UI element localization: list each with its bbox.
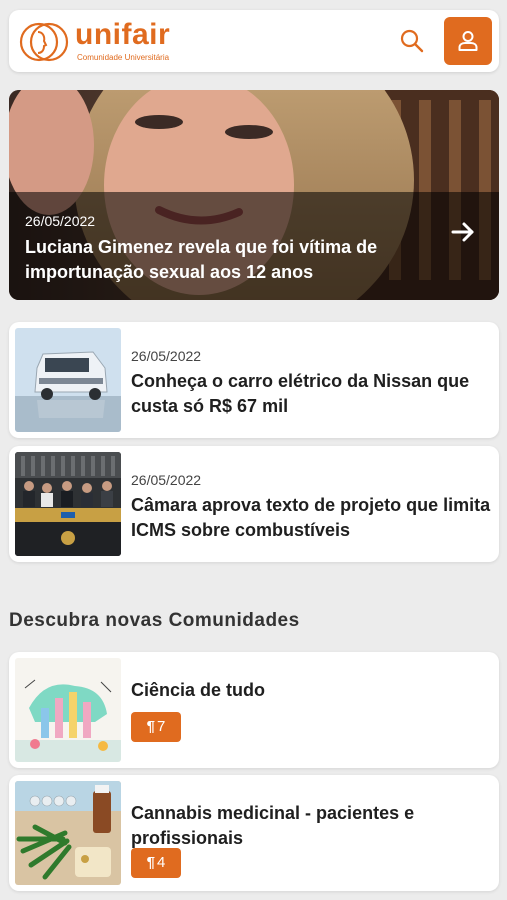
paragraph-icon: ¶	[146, 718, 155, 735]
communities-section-title: Descubra novas Comunidades	[9, 610, 300, 631]
news-title: Câmara aprova texto de projeto que limit…	[131, 495, 491, 540]
community-post-count-badge: ¶ 7	[131, 712, 181, 742]
search-button[interactable]	[397, 26, 427, 56]
featured-date: 26/05/2022	[25, 213, 96, 229]
community-name: Cannabis medicinal - pacientes e profiss…	[131, 803, 415, 848]
community-post-count-badge: ¶ 4	[131, 848, 181, 878]
news-thumbnail	[15, 328, 121, 432]
news-card[interactable]: 26/05/2022 Câmara aprova texto de projet…	[9, 446, 499, 562]
news-thumbnail	[15, 452, 121, 556]
logo-mark-icon	[19, 22, 69, 62]
community-thumbnail	[15, 781, 121, 885]
community-thumbnail	[15, 658, 121, 762]
arrow-right-icon[interactable]	[449, 218, 477, 246]
featured-title: Luciana Gimenez revela que foi vítima de…	[25, 237, 378, 282]
news-title: Conheça o carro elétrico da Nissan que c…	[131, 371, 470, 416]
news-date: 26/05/2022	[131, 472, 202, 488]
community-name: Ciência de tudo	[131, 680, 266, 700]
brand-name: unifair	[75, 18, 171, 51]
post-count: 7	[157, 718, 166, 735]
brand-tagline: Comunidade Universitária	[77, 53, 170, 62]
unifair-logo[interactable]: unifair Comunidade Universitária	[19, 16, 219, 68]
community-card[interactable]: Cannabis medicinal - pacientes e profiss…	[9, 775, 499, 891]
search-icon	[400, 29, 424, 53]
app-header: unifair Comunidade Universitária	[9, 10, 499, 72]
featured-news-card[interactable]: 26/05/2022 Luciana Gimenez revela que fo…	[9, 90, 499, 300]
paragraph-icon: ¶	[146, 854, 155, 871]
news-card[interactable]: 26/05/2022 Conheça o carro elétrico da N…	[9, 322, 499, 438]
profile-button[interactable]	[444, 17, 492, 65]
news-date: 26/05/2022	[131, 348, 202, 364]
community-card[interactable]: Ciência de tudo ¶ 7	[9, 652, 499, 768]
post-count: 4	[157, 854, 166, 871]
user-icon	[458, 31, 478, 51]
